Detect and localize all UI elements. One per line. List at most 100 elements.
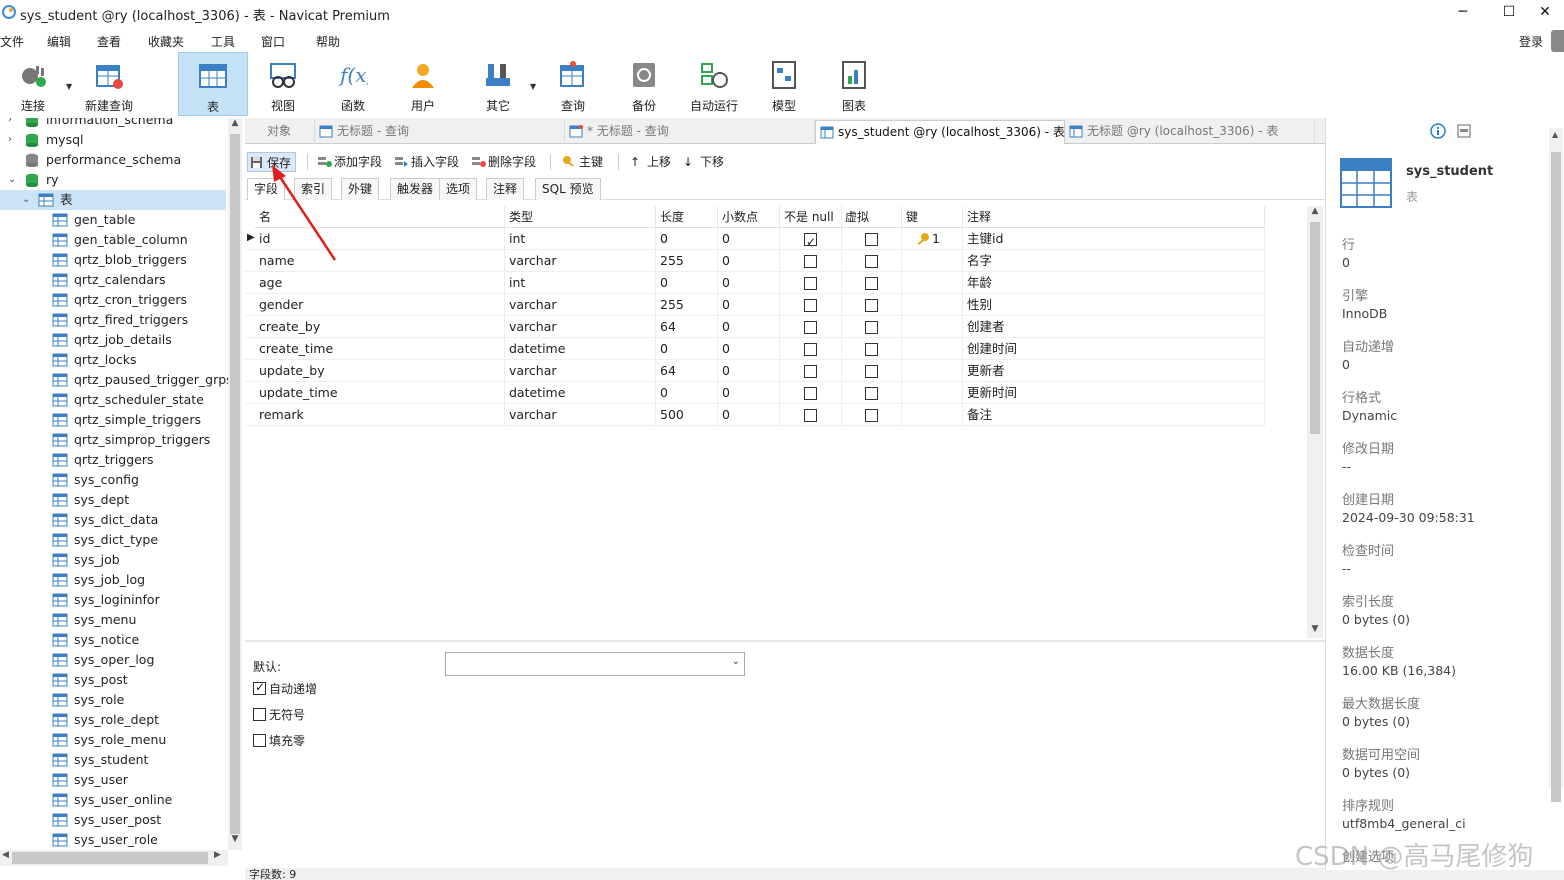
not-null-checkbox[interactable] [804,409,817,422]
subtab-triggers[interactable]: 触发器 [390,178,441,200]
tree-table-item[interactable]: sys_dict_data [0,510,226,530]
toolbar-table[interactable]: 表 [178,52,248,116]
cell-comment[interactable]: 创建者 [963,316,1265,338]
cell-not-null[interactable] [780,338,842,360]
cell-type[interactable]: varchar [505,404,656,426]
cell-virtual[interactable] [841,294,902,316]
cell-virtual[interactable] [841,382,902,404]
field-row[interactable]: create_time datetime 0 0 创建时间 [245,338,1265,360]
cell-not-null[interactable] [780,228,842,253]
cell-comment[interactable]: 年龄 [963,272,1265,294]
menu-window[interactable]: 窗口 [261,33,285,50]
tree-database-information-schema[interactable]: › information_schema [0,118,226,130]
info-panel-scrollbar[interactable]: ▲ [1549,128,1563,802]
cell-decimals[interactable]: 0 [718,404,780,426]
toolbar-backup[interactable]: 备份 [617,52,671,116]
virtual-checkbox[interactable] [865,255,878,268]
minimize-button[interactable]: ─ [1440,0,1486,26]
tree-table-item[interactable]: sys_user [0,770,226,790]
not-null-checkbox[interactable] [804,365,817,378]
not-null-checkbox[interactable] [804,277,817,290]
expand-chevron-icon[interactable]: › [8,130,18,150]
cell-key[interactable] [902,294,963,316]
expand-chevron-icon[interactable]: ⌄ [22,190,32,210]
cell-length[interactable]: 64 [656,316,718,338]
cell-key[interactable] [902,316,963,338]
field-row[interactable]: gender varchar 255 0 性别 [245,294,1265,316]
cell-not-null[interactable] [780,272,842,294]
virtual-checkbox[interactable] [865,387,878,400]
cell-virtual[interactable] [841,228,902,250]
cell-length[interactable]: 0 [656,338,718,360]
subtab-comment[interactable]: 注释 [486,178,525,200]
subtab-options[interactable]: 选项 [439,178,478,200]
cell-type[interactable]: int [505,228,656,250]
field-row[interactable]: remark varchar 500 0 备注 [245,404,1265,426]
zerofill-checkbox[interactable] [253,734,266,747]
cell-virtual[interactable] [841,316,902,338]
expand-chevron-icon[interactable]: ⌄ [8,170,18,190]
expand-chevron-icon[interactable]: › [8,118,18,130]
not-null-checkbox[interactable] [804,299,817,312]
toolbar-query[interactable]: 查询 [546,52,600,116]
cell-not-null[interactable] [780,404,842,426]
tree-table-item[interactable]: sys_user_role [0,830,226,850]
virtual-checkbox[interactable] [865,321,878,334]
tree-table-item[interactable]: qrtz_scheduler_state [0,390,226,410]
primary-key-button[interactable]: 主键 [560,152,603,172]
toolbar-user[interactable]: 用户 [396,52,450,116]
tree-table-item[interactable]: gen_table [0,210,226,230]
column-header[interactable]: 注释 [963,206,1265,228]
tree-database-ry[interactable]: ⌄ ry [0,170,226,190]
not-null-checkbox[interactable] [804,343,817,356]
chevron-down-icon[interactable]: ▼ [66,82,72,91]
cell-decimals[interactable]: 0 [718,316,780,338]
cell-key[interactable] [902,272,963,294]
login-link[interactable]: 登录 [1519,33,1543,50]
cell-type[interactable]: varchar [505,316,656,338]
cell-key[interactable] [902,382,963,404]
move-up-button[interactable]: ↑ 上移 [628,152,671,172]
cell-length[interactable]: 0 [656,382,718,404]
cell-key[interactable] [902,404,963,426]
tree-table-item[interactable]: qrtz_simprop_triggers [0,430,226,450]
cell-name[interactable]: update_time [255,382,505,404]
ddl-icon[interactable] [1457,124,1471,138]
tab-objects[interactable]: 对象 [245,120,315,144]
tree-table-item[interactable]: gen_table_column [0,230,226,250]
cell-comment[interactable]: 性别 [963,294,1265,316]
cell-decimals[interactable]: 0 [718,360,780,382]
user-avatar-icon[interactable] [1551,30,1564,52]
cell-comment[interactable]: 主键id [963,228,1265,250]
tree-table-item[interactable]: qrtz_fired_triggers [0,310,226,330]
cell-type[interactable]: varchar [505,250,656,272]
toolbar-new-query[interactable]: 新建查询 [78,52,140,116]
menu-file[interactable]: 文件 [0,33,24,50]
cell-not-null[interactable] [780,250,842,272]
cell-decimals[interactable]: 0 [718,338,780,360]
tree-table-item[interactable]: qrtz_locks [0,350,226,370]
tree-table-item[interactable]: sys_dict_type [0,530,226,550]
virtual-checkbox[interactable] [865,365,878,378]
virtual-checkbox[interactable] [865,343,878,356]
tree-table-item[interactable]: sys_post [0,670,226,690]
cell-comment[interactable]: 更新者 [963,360,1265,382]
tree-table-item[interactable]: sys_job [0,550,226,570]
tree-table-item[interactable]: sys_notice [0,630,226,650]
cell-type[interactable]: datetime [505,338,656,360]
column-header[interactable]: 类型 [505,206,656,228]
cell-name[interactable]: gender [255,294,505,316]
cell-virtual[interactable] [841,272,902,294]
menu-favorites[interactable]: 收藏夹 [148,33,184,50]
column-header[interactable]: 小数点 [718,206,780,228]
tab-untitled-query-1[interactable]: 无标题 - 查询 [315,120,565,144]
unsigned-checkbox[interactable] [253,708,266,721]
column-header[interactable]: 不是 null [780,206,842,228]
toolbar-chart[interactable]: 图表 [827,52,881,116]
cell-decimals[interactable]: 0 [718,382,780,404]
cell-not-null[interactable] [780,382,842,404]
cell-name[interactable]: create_time [255,338,505,360]
info-icon[interactable] [1430,123,1446,139]
tree-table-item[interactable]: qrtz_calendars [0,270,226,290]
menu-tools[interactable]: 工具 [211,33,235,50]
